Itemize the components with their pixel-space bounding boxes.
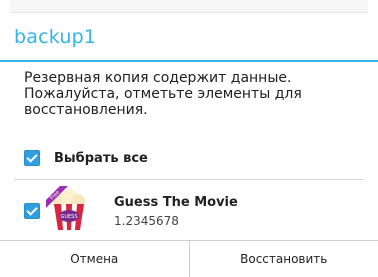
select-all-label: Выбрать все <box>54 151 148 166</box>
guess-the-movie-app-icon: GUESS Free <box>46 186 92 232</box>
cancel-button[interactable]: Отмена <box>0 241 189 277</box>
list-item[interactable]: GUESS Free Guess The Movie 1.2345678 <box>24 186 354 234</box>
restore-button[interactable]: Восстановить <box>189 241 378 277</box>
top-strip <box>10 0 368 13</box>
item-name: Guess The Movie <box>114 195 238 210</box>
select-all-row[interactable]: Выбрать все <box>24 148 148 168</box>
svg-text:GUESS: GUESS <box>60 214 77 220</box>
list-divider <box>14 179 364 180</box>
dialog-button-bar: Отмена Восстановить <box>0 240 378 277</box>
dialog-message: Резервная копия содержит данные. Пожалуй… <box>24 70 354 118</box>
dialog-title: backup1 <box>14 26 96 48</box>
select-all-checkbox[interactable] <box>24 150 40 166</box>
item-checkbox[interactable] <box>24 203 40 219</box>
title-divider <box>0 60 378 62</box>
item-version: 1.2345678 <box>114 214 179 228</box>
